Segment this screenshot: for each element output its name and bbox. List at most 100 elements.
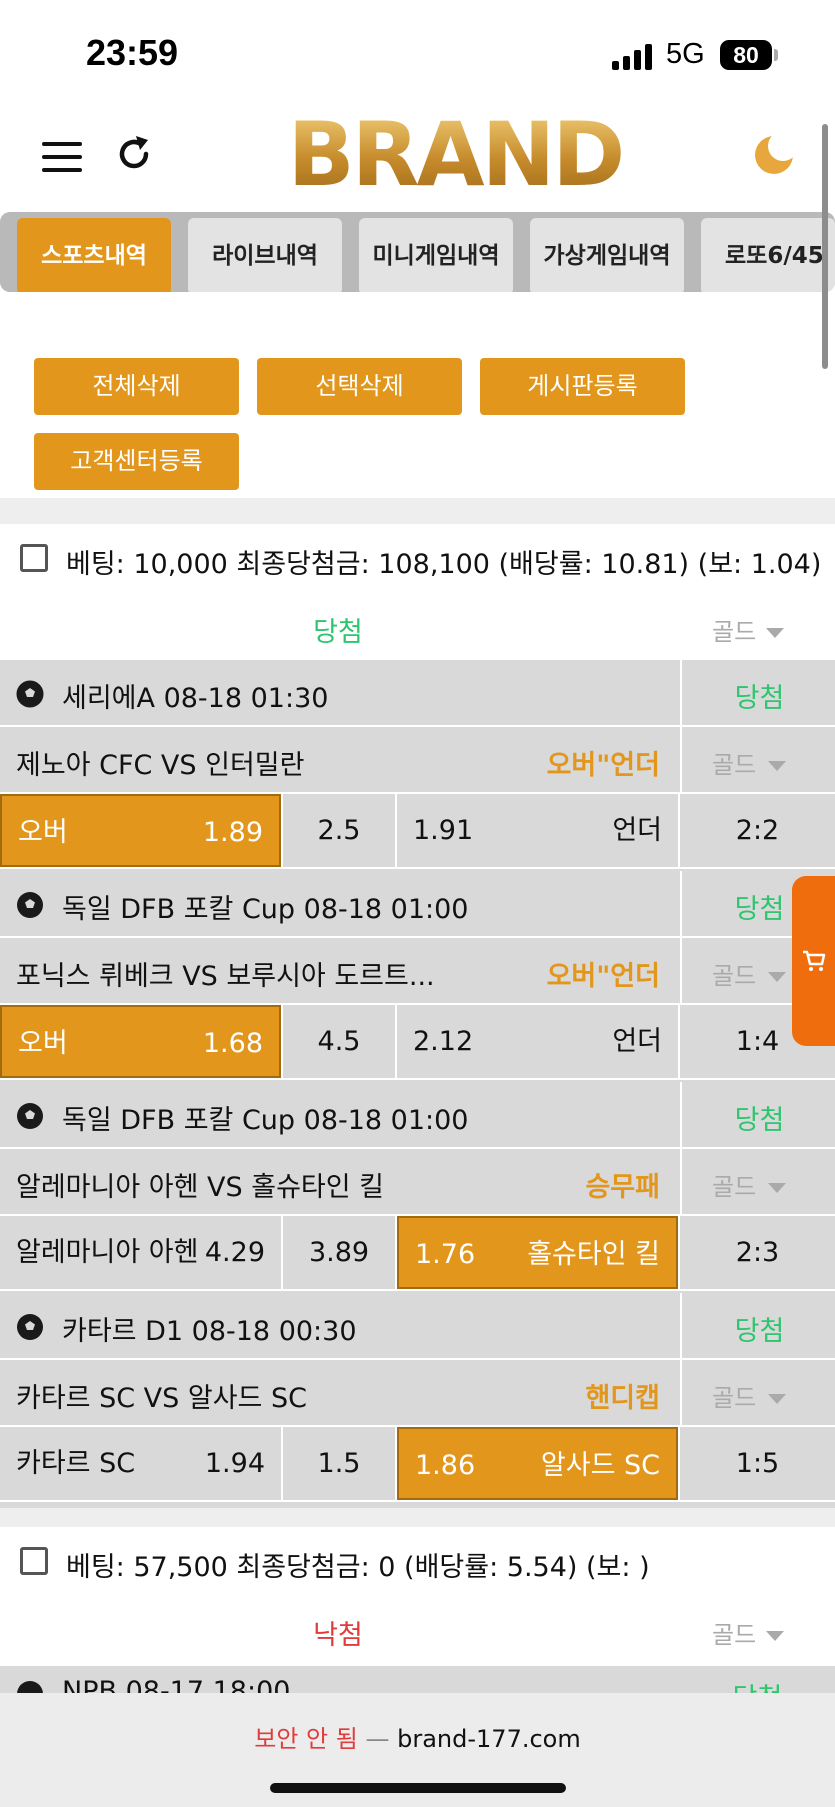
tab-label: 가상게임내역 xyxy=(543,243,671,269)
game-score: 2:3 xyxy=(680,1216,835,1289)
game-league-row: 카타르 D1 08-18 00:30 당첨 xyxy=(0,1293,835,1360)
bet-summary: 베팅: 57,500 최종당첨금: 0 (배당률: 5.54) (보: ) xyxy=(66,1552,650,1583)
status-time: 23:59 xyxy=(86,32,179,73)
option-odds: 1.89 xyxy=(202,817,263,848)
bet-result-row: 당첨 골드 xyxy=(0,594,835,660)
insecure-label: 보안 안 됨 xyxy=(254,1725,358,1753)
chevron-down-icon xyxy=(766,1631,785,1641)
cart-icon xyxy=(803,950,826,971)
game-status: 당첨 xyxy=(734,1316,785,1347)
odds-right[interactable]: 1.91 언더 xyxy=(397,794,678,867)
chevron-down-icon xyxy=(766,628,785,638)
refresh-icon[interactable] xyxy=(112,132,156,176)
grade-label: 골드 xyxy=(712,618,757,646)
tab-minigame-history[interactable]: 미니게임내역 xyxy=(359,218,513,292)
option-label: 언더 xyxy=(612,815,662,846)
tab-live-history[interactable]: 라이브내역 xyxy=(188,218,342,292)
odds-left[interactable]: 카타르 SC 1.94 xyxy=(0,1427,281,1500)
section-divider xyxy=(0,498,835,524)
league-time: 독일 DFB 포칼 Cup 08-18 01:00 xyxy=(62,894,469,925)
odds-middle[interactable]: 3.89 xyxy=(283,1216,395,1289)
history-tabs: 스포츠내역 라이브내역 미니게임내역 가상게임내역 로또6/45 xyxy=(0,212,835,292)
grade-dropdown[interactable]: 골드 xyxy=(712,1167,787,1202)
tab-virtual-game-history[interactable]: 가상게임내역 xyxy=(530,218,684,292)
bet-header: 베팅: 10,000 최종당첨금: 108,100 (배당률: 10.81) (… xyxy=(0,524,835,594)
battery-level: 80 xyxy=(733,42,759,68)
grade-dropdown[interactable]: 골드 xyxy=(712,745,787,780)
game-league-row: 독일 DFB 포칼 Cup 08-18 01:00 당첨 xyxy=(0,871,835,938)
chevron-down-icon xyxy=(768,761,787,771)
option-odds: 1.91 xyxy=(413,815,474,846)
bet-slip-cart-button[interactable] xyxy=(792,876,835,1046)
url-separator: — xyxy=(365,1725,390,1753)
post-to-board-button[interactable]: 게시판등록 xyxy=(480,358,685,415)
match-teams: 제노아 CFC VS 인터밀란 xyxy=(16,750,305,781)
scrollbar-thumb[interactable] xyxy=(822,124,828,369)
delete-all-button[interactable]: 전체삭제 xyxy=(34,358,239,415)
bet-type: 오버"언더 xyxy=(546,750,660,781)
middle-value: 4.5 xyxy=(317,1026,361,1057)
odds-left-selected[interactable]: 오버 1.89 xyxy=(0,794,281,867)
post-to-support-button[interactable]: 고객센터등록 xyxy=(34,433,239,490)
grade-label: 골드 xyxy=(712,962,757,990)
odds-left-selected[interactable]: 오버 1.68 xyxy=(0,1005,281,1078)
grade-label: 골드 xyxy=(712,1173,757,1201)
home-indicator[interactable] xyxy=(270,1783,566,1793)
status-bar: 23:59 5G 80 xyxy=(0,0,835,105)
tab-label: 미니게임내역 xyxy=(372,243,500,269)
tab-label: 스포츠내역 xyxy=(41,243,147,269)
option-odds: 1.68 xyxy=(202,1028,263,1059)
battery-tip xyxy=(774,49,778,61)
soccer-ball-icon xyxy=(16,680,44,708)
tab-sports-history[interactable]: 스포츠내역 xyxy=(17,218,171,292)
match-teams: 알레마니아 아헨 VS 홀슈타인 킬 xyxy=(16,1172,385,1203)
hamburger-menu-icon[interactable] xyxy=(42,142,82,172)
odds-right[interactable]: 2.12 언더 xyxy=(397,1005,678,1078)
game-status: 당첨 xyxy=(734,683,785,714)
odds-row: 알레마니아 아헨 4.29 3.89 1.76 홀슈타인 킬 2:3 xyxy=(0,1216,835,1291)
grade-label: 골드 xyxy=(712,751,757,779)
odds-row: 카타르 SC 1.94 1.5 1.86 알사드 SC 1:5 xyxy=(0,1427,835,1502)
battery-icon: 80 xyxy=(720,40,772,70)
game-status: 당첨 xyxy=(734,1105,785,1136)
game-match-row: 카타르 SC VS 알사드 SC 핸디캡 골드 xyxy=(0,1360,835,1427)
option-label: 홀슈타인 킬 xyxy=(527,1239,660,1270)
league-time: 독일 DFB 포칼 Cup 08-18 01:00 xyxy=(62,1105,469,1136)
game-score: 2:2 xyxy=(680,794,835,867)
odds-row: 오버 1.89 2.5 1.91 언더 2:2 xyxy=(0,794,835,869)
grade-dropdown[interactable]: 골드 xyxy=(712,1615,785,1650)
game-score: 1:5 xyxy=(680,1427,835,1500)
grade-label: 골드 xyxy=(712,1621,757,1649)
game-league-row-partial: NPB 08-17 18:00 당첨 xyxy=(0,1666,835,1696)
match-teams: 포닉스 뤼베크 VS 보루시아 도르트... xyxy=(16,961,435,992)
browser-url-bar[interactable]: 보안 안 됨 — brand-177.com xyxy=(0,1693,835,1807)
bet-select-checkbox[interactable] xyxy=(20,1547,48,1575)
odds-middle: 1.5 xyxy=(283,1427,395,1500)
league-time: 세리에A 08-18 01:30 xyxy=(62,683,329,714)
bet-select-checkbox[interactable] xyxy=(20,544,48,572)
url-display: 보안 안 됨 — brand-177.com xyxy=(0,1719,835,1754)
bet-result: 낙첨 xyxy=(313,1620,363,1651)
match-teams: 카타르 SC VS 알사드 SC xyxy=(16,1383,307,1414)
delete-selected-button[interactable]: 선택삭제 xyxy=(257,358,462,415)
odds-left[interactable]: 알레마니아 아헨 4.29 xyxy=(0,1216,281,1289)
option-label: 알사드 SC xyxy=(540,1450,660,1481)
tab-lotto-history[interactable]: 로또6/45 xyxy=(701,218,835,292)
grade-dropdown[interactable]: 골드 xyxy=(712,1378,787,1413)
odds-right-selected[interactable]: 1.76 홀슈타인 킬 xyxy=(397,1216,678,1289)
game-match-row: 제노아 CFC VS 인터밀란 오버"언더 골드 xyxy=(0,727,835,794)
grade-dropdown[interactable]: 골드 xyxy=(712,956,787,991)
grade-dropdown[interactable]: 골드 xyxy=(712,612,785,647)
brand-logo[interactable]: BRAND xyxy=(280,105,630,205)
tab-label: 로또6/45 xyxy=(725,243,824,269)
soccer-ball-icon xyxy=(17,1314,43,1340)
odds-right-selected[interactable]: 1.86 알사드 SC xyxy=(397,1427,678,1500)
soccer-ball-icon xyxy=(17,892,43,918)
url-domain: brand-177.com xyxy=(397,1725,581,1753)
bet-type: 오버"언더 xyxy=(546,961,660,992)
middle-value: 1.5 xyxy=(317,1448,361,1479)
tab-label: 라이브내역 xyxy=(212,243,318,269)
dark-mode-moon-icon[interactable] xyxy=(752,131,798,177)
signal-icon xyxy=(612,44,654,70)
score-value: 2:3 xyxy=(735,1237,780,1268)
